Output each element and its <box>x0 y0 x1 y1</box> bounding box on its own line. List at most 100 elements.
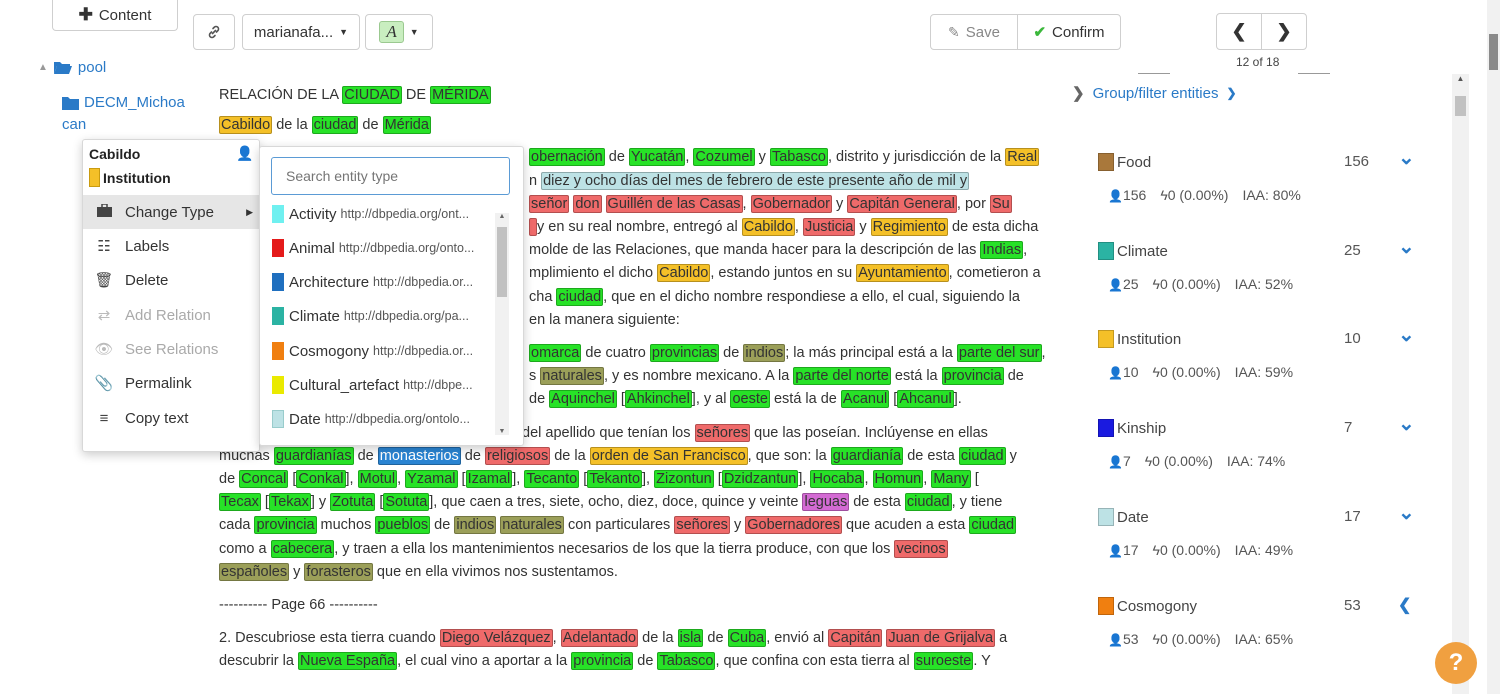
tree-item-decm-michoacan[interactable]: DECM_Michoa can <box>62 92 185 136</box>
entity-location[interactable]: ciudad <box>958 446 1006 465</box>
previous-document-button[interactable]: ❮ <box>1216 13 1262 50</box>
entity-location[interactable]: parte del sur <box>956 344 1042 363</box>
entity-location[interactable]: Tecanto <box>524 470 580 489</box>
entity-type-cultural-artefact[interactable]: Cultural_artefact http://dbpe... <box>272 368 497 402</box>
entity-location[interactable]: Aquinchel <box>549 390 617 409</box>
entity-location[interactable]: Tekanto <box>587 470 643 489</box>
entity-institution[interactable]: Regimiento <box>870 218 948 237</box>
entity-location[interactable]: provincia <box>254 516 317 535</box>
next-document-button[interactable]: ❯ <box>1261 13 1307 50</box>
submenu-scrollbar[interactable]: ▲ ▼ <box>495 213 509 435</box>
chevron-down-icon[interactable]: ⌄ <box>1398 411 1415 436</box>
entity-summary-institution[interactable]: Institution 10 ⌄ 👤10 ϟ0 (0.00%) IAA: 59% <box>1098 324 1428 390</box>
entity-person[interactable]: Capitán <box>828 629 883 648</box>
entity-person[interactable]: don <box>573 194 602 213</box>
entity-location[interactable]: ciudad <box>969 516 1017 535</box>
entity-person[interactable]: señor <box>529 194 570 213</box>
entity-person[interactable]: señores <box>694 423 751 442</box>
entity-person[interactable]: Adelantado <box>560 629 639 648</box>
entity-ethnic-group[interactable]: indios <box>454 516 497 535</box>
entity-location[interactable]: isla <box>677 629 704 648</box>
entity-location[interactable]: Acanul <box>840 390 890 409</box>
entity-location[interactable]: cabecera <box>270 539 335 558</box>
entity-type-animal[interactable]: Animal http://dbpedia.org/onto... <box>272 231 497 265</box>
entity-institution[interactable]: Cabildo <box>741 218 795 237</box>
entity-location[interactable]: provincias <box>649 344 720 363</box>
entity-location[interactable]: guardianía <box>830 446 904 465</box>
chevron-down-icon[interactable]: ⌄ <box>1398 234 1415 259</box>
entity-ethnic-group[interactable]: españoles <box>219 562 290 581</box>
entity-location[interactable]: Ahcanul <box>897 390 954 409</box>
entity-location[interactable]: provincia <box>941 367 1004 386</box>
entity-location[interactable]: Many <box>931 470 971 489</box>
chevron-left-icon[interactable]: ❮ <box>1398 595 1411 615</box>
entity-location[interactable]: Zotuta <box>330 493 376 512</box>
menu-item-see-relations[interactable]: 👁 See Relations <box>83 332 259 366</box>
entity-location[interactable]: Concal <box>239 470 289 489</box>
entity-selected-highlight[interactable]: monasterios <box>377 446 461 465</box>
submenu-scroll-thumb[interactable] <box>497 227 507 297</box>
entity-person[interactable]: Capitán General <box>847 194 957 213</box>
entity-location[interactable]: ciudad <box>904 493 952 512</box>
entity-location[interactable]: Nueva España <box>297 652 398 671</box>
entity-person[interactable]: vecinos <box>894 539 948 558</box>
entity-location[interactable]: Yzamal <box>405 470 458 489</box>
entity-institution-selected[interactable]: Cabildo <box>219 116 273 135</box>
entity-location[interactable]: Cozumel <box>693 148 755 167</box>
entity-type-search-input[interactable] <box>271 157 510 195</box>
entity-location[interactable]: MÉRIDA <box>430 86 491 104</box>
menu-item-add-relation[interactable]: ⇄ Add Relation <box>83 298 259 332</box>
entity-institution[interactable]: Ayuntamiento <box>856 264 949 283</box>
entity-summary-food[interactable]: Food 156 ⌄ 👤156 ϟ0 (0.00%) IAA: 80% <box>1098 147 1428 213</box>
entity-location[interactable]: ciudad <box>556 287 604 306</box>
entity-summary-kinship[interactable]: Kinship 7 ⌄ 👤7 ϟ0 (0.00%) IAA: 74% <box>1098 413 1428 479</box>
panel-scrollbar[interactable]: ▲ <box>1452 74 1469 694</box>
entity-location[interactable]: Hocaba <box>810 470 865 489</box>
annotation-mode-dropdown[interactable]: A ▼ <box>365 14 433 50</box>
entity-location[interactable]: CIUDAD <box>342 86 402 104</box>
entity-location[interactable]: Conkal <box>296 470 346 489</box>
entity-location[interactable]: pueblos <box>375 516 431 535</box>
entity-ethnic-group[interactable]: indios <box>743 344 786 363</box>
entity-person[interactable]: Su <box>989 194 1012 213</box>
entity-location[interactable]: Sotuta <box>383 493 430 512</box>
menu-item-labels[interactable]: ☷ Labels <box>83 229 259 263</box>
entity-summary-climate[interactable]: Climate 25 ⌄ 👤25 ϟ0 (0.00%) IAA: 52% <box>1098 236 1428 302</box>
entity-type-architecture[interactable]: Architecture http://dbpedia.or... <box>272 265 497 299</box>
entity-location[interactable]: Yucatán <box>628 148 686 167</box>
entity-type-cosmogony[interactable]: Cosmogony http://dbpedia.or... <box>272 334 497 368</box>
entity-institution[interactable]: Real <box>1005 148 1040 167</box>
entity-summary-date[interactable]: Date 17 ⌄ 👤17 ϟ0 (0.00%) IAA: 49% <box>1098 502 1428 568</box>
window-scrollbar[interactable] <box>1487 0 1500 694</box>
entity-person[interactable]: Juan de Grijalva <box>886 629 996 648</box>
confirm-button[interactable]: ✔ Confirm <box>1017 14 1121 50</box>
entity-location[interactable]: ciudad <box>311 116 359 135</box>
entity-location[interactable]: Motul <box>357 470 398 489</box>
entity-location[interactable]: Dzidzantun <box>721 470 799 489</box>
window-scroll-thumb[interactable] <box>1489 34 1498 70</box>
entity-location[interactable]: Tabasco <box>657 652 716 671</box>
entity-person[interactable]: Gobernadores <box>745 516 842 535</box>
entity-location[interactable]: Ahkinchel <box>624 390 692 409</box>
entity-location[interactable]: guardianías <box>273 446 354 465</box>
entity-location[interactable]: omarca <box>529 344 582 363</box>
entity-person[interactable] <box>529 218 537 237</box>
entity-summary-cosmogony[interactable]: Cosmogony 53 ❮ 👤53 ϟ0 (0.00%) IAA: 65% <box>1098 597 1428 657</box>
entity-ethnic-group[interactable]: naturales <box>540 367 604 386</box>
entity-type-date[interactable]: Date http://dbpedia.org/ontolo... <box>272 402 497 436</box>
group-filter-entities-toggle[interactable]: ❯ Group/filter entities ❯ <box>1072 84 1237 103</box>
entity-person[interactable]: religiosos <box>484 446 551 465</box>
entity-date[interactable]: diez y ocho días del mes de febrero de e… <box>541 171 970 190</box>
entity-ethnic-group[interactable]: forasteros <box>304 562 373 581</box>
user-dropdown[interactable]: marianafa... ▼ <box>242 14 360 50</box>
link-button[interactable] <box>193 14 235 50</box>
save-button[interactable]: ✎ Save <box>930 14 1018 50</box>
entity-location[interactable]: Tecax <box>219 493 261 512</box>
entity-person[interactable]: señores <box>674 516 730 535</box>
entity-person[interactable]: Gobernador <box>750 194 832 213</box>
entity-location[interactable]: Cuba <box>727 629 767 648</box>
entity-location[interactable]: obernación <box>529 148 605 167</box>
entity-institution[interactable]: orden de San Francisco <box>589 446 748 465</box>
menu-item-delete[interactable]: 🗑 Delete <box>83 263 259 297</box>
panel-scroll-thumb[interactable] <box>1455 96 1466 116</box>
